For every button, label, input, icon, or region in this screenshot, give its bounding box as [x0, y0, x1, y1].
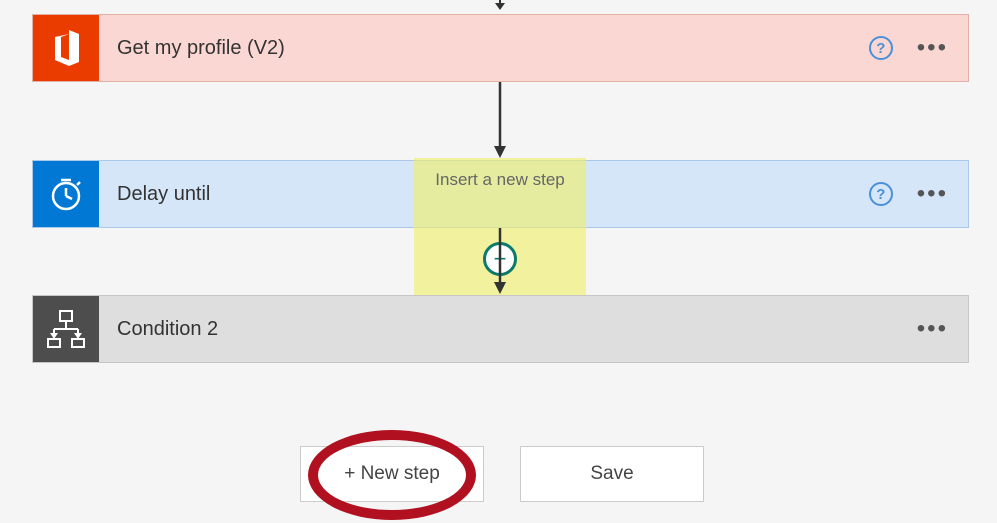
arrow-in [493, 0, 507, 12]
step-label: Get my profile (V2) [99, 37, 869, 60]
office-icon [33, 15, 99, 81]
more-icon[interactable]: ••• [917, 36, 948, 60]
step-label: Condition 2 [99, 318, 917, 341]
more-icon[interactable]: ••• [917, 182, 948, 206]
timer-icon [33, 161, 99, 227]
help-icon[interactable]: ? [869, 36, 893, 60]
connector-arrow [493, 228, 507, 296]
new-step-button[interactable]: + New step [300, 446, 484, 502]
flow-step-condition[interactable]: Condition 2 ••• [32, 295, 969, 363]
connector-arrow [493, 82, 507, 160]
condition-icon [33, 296, 99, 362]
flow-step-get-profile[interactable]: Get my profile (V2) ? ••• [32, 14, 969, 82]
insert-step-label: Insert a new step [435, 170, 564, 190]
help-icon[interactable]: ? [869, 182, 893, 206]
more-icon[interactable]: ••• [917, 317, 948, 341]
save-button[interactable]: Save [520, 446, 704, 502]
